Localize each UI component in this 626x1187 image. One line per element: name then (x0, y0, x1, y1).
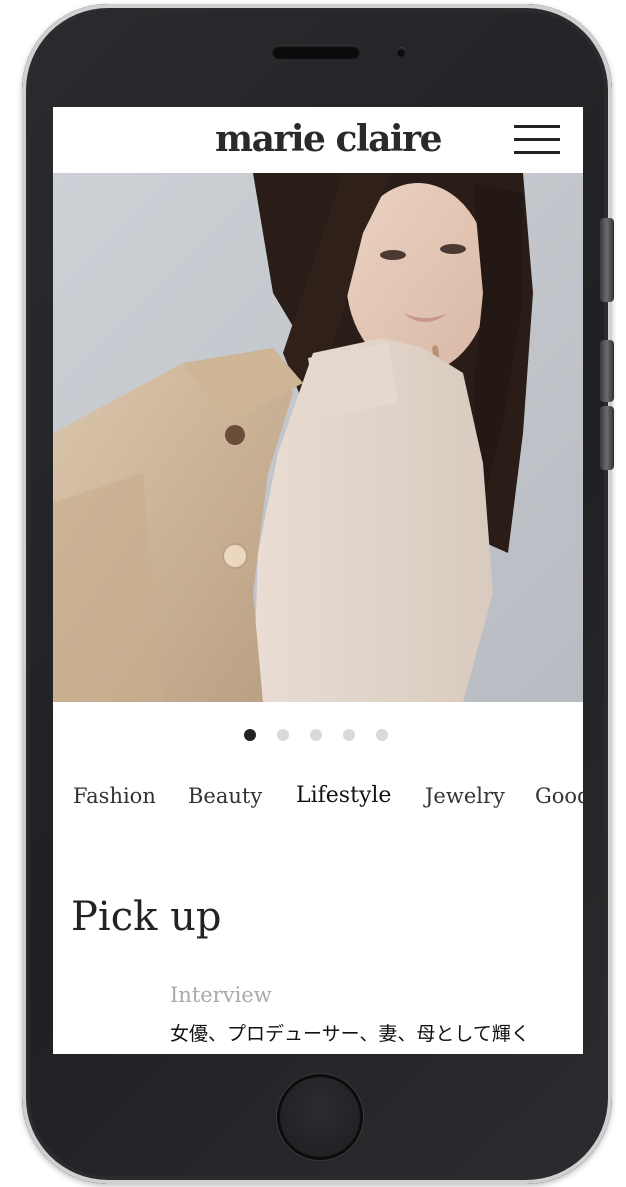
site-header: marie claire (53, 107, 583, 173)
front-camera (396, 47, 406, 57)
category-jewelry[interactable]: Jewelry (425, 779, 505, 813)
category-lifestyle[interactable]: Lifestyle (296, 779, 391, 813)
carousel-dot-1[interactable] (244, 729, 256, 741)
category-fashion[interactable]: Fashion (73, 779, 156, 813)
home-button[interactable] (277, 1074, 363, 1160)
earpiece-speaker (272, 45, 360, 59)
article-kicker[interactable]: Interview (170, 980, 272, 1010)
model-illustration (53, 173, 583, 702)
side-button-bottom (600, 406, 614, 470)
side-button-middle (600, 340, 614, 402)
carousel-dot-4[interactable] (343, 729, 355, 741)
hamburger-menu-icon[interactable] (514, 125, 560, 155)
pickup-section-title: Pick up (71, 894, 222, 940)
article-headline[interactable]: 女優、プロデューサー、妻、母として輝く (170, 1020, 530, 1048)
carousel-dot-2[interactable] (277, 729, 289, 741)
phone-screen: marie claire Fashion Beauty Lifestyle Je… (53, 107, 583, 1054)
hero-carousel-image[interactable] (53, 173, 583, 702)
category-nav: Fashion Beauty Lifestyle Jewelry Good (53, 779, 583, 813)
carousel-dot-5[interactable] (376, 729, 388, 741)
category-beauty[interactable]: Beauty (188, 779, 262, 813)
carousel-pagination (53, 727, 583, 743)
marie-claire-logo[interactable]: marie claire (215, 119, 442, 159)
carousel-dot-3[interactable] (310, 729, 322, 741)
side-button-top (600, 218, 614, 302)
category-good[interactable]: Good (535, 779, 583, 813)
